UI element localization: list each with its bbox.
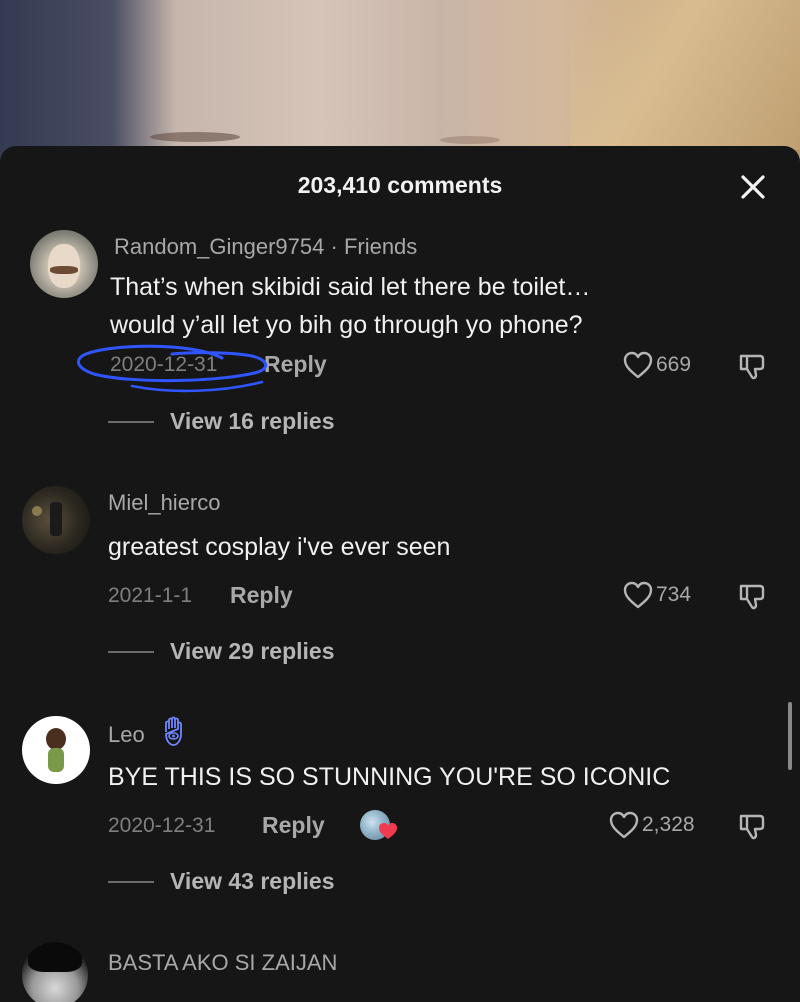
view-replies-label: View 43 replies xyxy=(170,868,335,894)
dislike-button[interactable] xyxy=(738,812,768,842)
reply-button[interactable]: Reply xyxy=(230,582,293,609)
hamsa-icon xyxy=(160,716,190,748)
thumbs-down-icon xyxy=(739,354,765,380)
username-text: Random_Ginger9754 xyxy=(114,234,325,259)
creator-liked-badge xyxy=(360,810,402,844)
avatar[interactable] xyxy=(22,486,90,554)
comment-date: 2021-1-1 xyxy=(108,584,193,607)
like-button[interactable]: 734 xyxy=(622,580,691,610)
annotation-circle xyxy=(77,344,268,393)
thumbs-down-icon xyxy=(739,814,765,840)
view-replies-label: View 29 replies xyxy=(170,638,335,664)
video-background xyxy=(0,0,800,170)
comment-username[interactable]: Leo xyxy=(108,722,145,748)
comments-sheet: 203,410 comments Random_Ginger9754 · Fri… xyxy=(0,146,800,1002)
username-text: Leo xyxy=(108,722,145,747)
friends-label: Friends xyxy=(343,234,418,259)
heart-outline-icon xyxy=(609,811,639,839)
like-button[interactable]: 2,328 xyxy=(608,810,695,840)
comment-username[interactable]: BASTA AKO SI ZAIJAN xyxy=(108,950,337,976)
close-icon xyxy=(741,175,765,199)
like-button[interactable]: 669 xyxy=(622,350,691,380)
comment-count: 203,410 comments xyxy=(297,172,503,198)
view-replies-button[interactable]: View 16 replies xyxy=(108,408,335,435)
dislike-button[interactable] xyxy=(738,352,768,382)
dislike-button[interactable] xyxy=(738,582,768,612)
comment-text: greatest cosplay i've ever seen xyxy=(108,533,451,561)
heart-outline-icon xyxy=(623,581,653,609)
avatar[interactable] xyxy=(30,230,98,298)
avatar[interactable] xyxy=(22,716,90,784)
heart-outline-icon xyxy=(623,351,653,379)
comments-header: 203,410 comments xyxy=(0,146,800,226)
like-count: 669 xyxy=(656,353,692,376)
reply-button[interactable]: Reply xyxy=(264,351,327,378)
reply-button[interactable]: Reply xyxy=(262,812,325,839)
avatar[interactable] xyxy=(22,942,88,1002)
scrollbar[interactable] xyxy=(788,702,792,770)
view-replies-label: View 16 replies xyxy=(170,408,335,434)
close-button[interactable] xyxy=(734,168,772,206)
comment-text: That’s when skibidi said let there be to… xyxy=(110,273,591,339)
view-replies-button[interactable]: View 29 replies xyxy=(108,638,335,665)
comment-username[interactable]: Random_Ginger9754 · Friends xyxy=(114,234,417,260)
comment-date: 2020-12-31 xyxy=(108,814,216,837)
comment-username[interactable]: Miel_hierco xyxy=(108,490,221,516)
thumbs-down-icon xyxy=(739,584,765,610)
view-replies-button[interactable]: View 43 replies xyxy=(108,868,335,895)
like-count: 734 xyxy=(656,583,692,606)
like-count: 2,328 xyxy=(642,813,695,836)
comment-text: BYE THIS IS SO STUNNING YOU'RE SO ICONIC xyxy=(108,763,671,791)
heart-filled-icon xyxy=(379,823,397,839)
